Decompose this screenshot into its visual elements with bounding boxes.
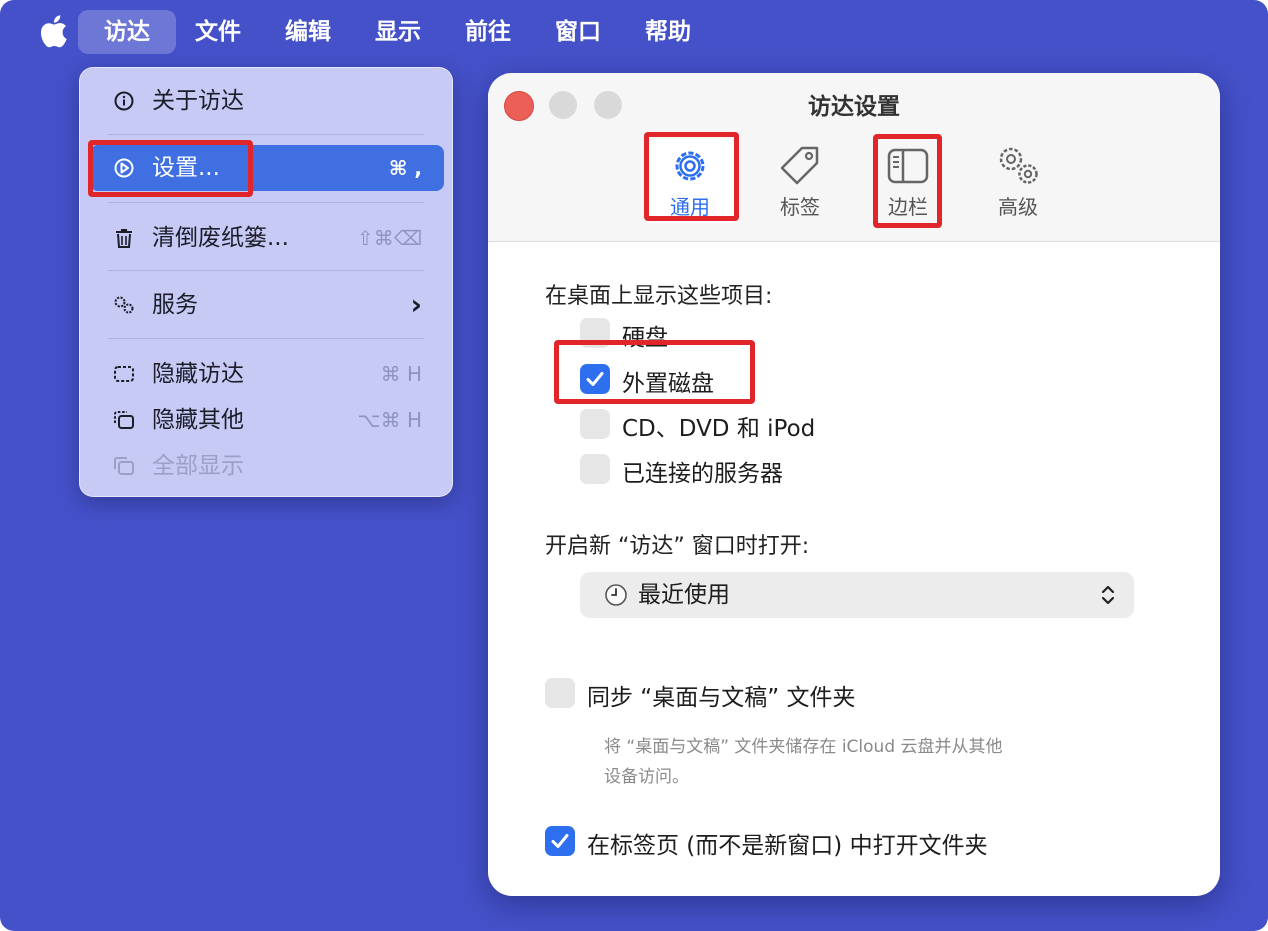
- trash-icon: [116, 229, 132, 248]
- window-title: 访达设置: [808, 94, 900, 120]
- menu-item-empty-trash[interactable]: 清倒废纸篓... ⇧⌘⌫: [90, 215, 444, 261]
- menu-bar: 访达 文件 编辑 显示 前往 窗口 帮助: [0, 0, 1268, 64]
- desktop-items-heading: 在桌面上显示这些项目:: [545, 284, 773, 309]
- cd-dvd-ipod-label: CD、DVD 和 iPod: [622, 416, 816, 442]
- submenu-chevron-icon: ›: [410, 288, 422, 321]
- new-window-heading: 开启新 “访达” 窗口时打开:: [545, 534, 810, 559]
- menu-separator: [108, 270, 424, 271]
- menu-item-label: 全部显示: [152, 453, 244, 479]
- menu-item-label: 清倒废纸篓...: [152, 225, 289, 251]
- tab-label: 高级: [998, 195, 1038, 219]
- hide-others-icon: [114, 411, 134, 429]
- menu-item-services[interactable]: 服务 ›: [90, 282, 444, 328]
- menu-item-show-all: 全部显示: [90, 443, 444, 489]
- tab-tags[interactable]: 标签: [754, 139, 846, 223]
- menu-item-label: 隐藏其他: [152, 407, 244, 433]
- new-window-popup[interactable]: 最近使用: [580, 572, 1134, 618]
- menu-item-shortcut: ⌘ ,: [388, 156, 422, 180]
- menu-item-shortcut: ⌥⌘ H: [357, 408, 422, 432]
- highlight-sidebar-tab: [873, 134, 942, 228]
- menu-help[interactable]: 帮助: [641, 10, 695, 54]
- open-in-tabs-checkbox[interactable]: [545, 826, 575, 856]
- open-in-tabs-label: 在标签页 (而不是新窗口) 中打开文件夹: [587, 833, 988, 859]
- menu-separator: [108, 202, 424, 203]
- menu-item-label: 隐藏访达: [152, 361, 244, 387]
- clock-icon: [605, 584, 627, 606]
- connected-servers-checkbox[interactable]: [580, 454, 610, 484]
- highlight-general-tab: [644, 132, 739, 221]
- hide-icon: [114, 366, 134, 382]
- finder-dropdown-menu: 关于访达 设置... ⌘ , 清倒废纸篓... ⇧⌘⌫ 服务 › 隐藏访达 ⌘ …: [79, 67, 453, 497]
- show-all-icon: [114, 457, 134, 475]
- menu-go[interactable]: 前往: [461, 10, 515, 54]
- sync-desktop-documents-label: 同步 “桌面与文稿” 文件夹: [587, 685, 856, 711]
- menu-separator: [108, 338, 424, 339]
- connected-servers-label: 已连接的服务器: [622, 461, 783, 487]
- tag-icon: [780, 146, 819, 185]
- menu-file[interactable]: 文件: [191, 10, 245, 54]
- menu-item-shortcut: ⇧⌘⌫: [356, 226, 422, 250]
- menu-view[interactable]: 显示: [371, 10, 425, 54]
- menu-item-shortcut: ⌘ H: [380, 362, 422, 386]
- menu-finder[interactable]: 访达: [78, 10, 176, 54]
- gears-icon: [999, 147, 1038, 184]
- checkmark-icon: [551, 834, 569, 848]
- tab-label: 标签: [780, 195, 820, 219]
- popup-value: 最近使用: [638, 582, 730, 608]
- up-down-chevron-icon: [1101, 585, 1115, 605]
- menu-item-hide-finder[interactable]: 隐藏访达 ⌘ H: [90, 351, 444, 397]
- sync-desktop-documents-checkbox[interactable]: [545, 678, 575, 708]
- menu-item-label: 服务: [152, 292, 198, 318]
- menu-window[interactable]: 窗口: [551, 10, 605, 54]
- window-toolbar: 访达设置 通用 标签 边栏 高级: [488, 73, 1220, 242]
- sync-help-line: 设备访问。: [604, 767, 689, 787]
- menu-edit[interactable]: 编辑: [281, 10, 335, 54]
- info-circle-icon: [114, 91, 134, 111]
- menu-item-about[interactable]: 关于访达: [90, 78, 444, 124]
- menu-separator: [108, 134, 424, 135]
- apple-logo-icon[interactable]: [38, 14, 68, 48]
- desktop: 访达 文件 编辑 显示 前往 窗口 帮助 关于访达 设置... ⌘ , 清倒废纸…: [0, 0, 1268, 931]
- sync-help-line: 将 “桌面与文稿” 文件夹储存在 iCloud 云盘并从其他: [604, 737, 1003, 757]
- cd-dvd-ipod-checkbox[interactable]: [580, 409, 610, 439]
- highlight-settings-menu-item: [88, 140, 253, 197]
- menu-item-label: 关于访达: [152, 88, 244, 114]
- finder-settings-window: 访达设置 通用 标签 边栏 高级 在桌面上显示这些项目: 硬盘 外置磁盘 CD、…: [488, 73, 1220, 896]
- highlight-external-disks: [554, 340, 755, 404]
- menu-item-hide-others[interactable]: 隐藏其他 ⌥⌘ H: [90, 397, 444, 443]
- sync-help-text: 将 “桌面与文稿” 文件夹储存在 iCloud 云盘并从其他 设备访问。: [604, 732, 1064, 792]
- tab-advanced[interactable]: 高级: [972, 139, 1064, 223]
- gears-icon: [114, 296, 134, 314]
